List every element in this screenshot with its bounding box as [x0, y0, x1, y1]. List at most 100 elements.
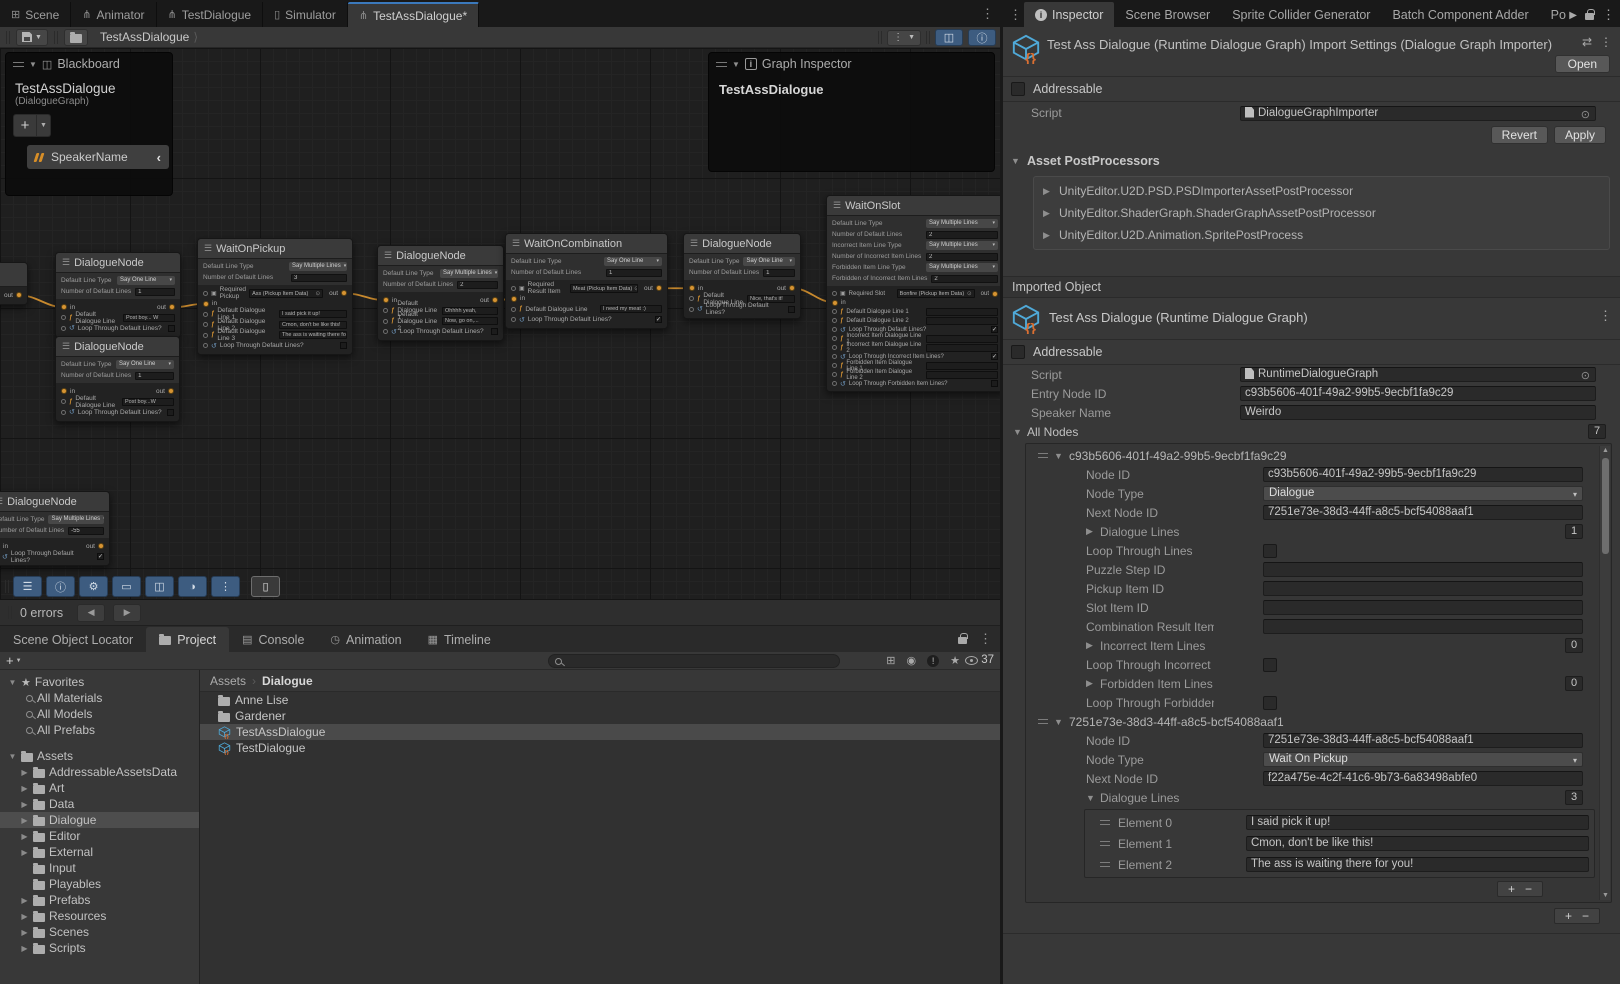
- tab-scene[interactable]: ⊞Scene: [0, 2, 71, 27]
- tab-animation[interactable]: ◷Animation: [317, 627, 414, 652]
- foldout-icon[interactable]: ▶: [1086, 678, 1095, 689]
- foldout-icon[interactable]: ▶: [20, 912, 29, 921]
- tree-folder-playables[interactable]: Playables: [0, 876, 199, 892]
- tree-folder-data[interactable]: ▶Data: [0, 796, 199, 812]
- addressable-checkbox[interactable]: [1011, 82, 1025, 96]
- graph-inspector-panel[interactable]: ▼ i Graph Inspector TestAssDialogue: [708, 52, 995, 172]
- node-dropdown[interactable]: Say Multiple Lines: [440, 269, 498, 278]
- postprocessor-row[interactable]: ▶UnityEditor.U2D.Animation.SpritePostPro…: [1043, 224, 1600, 246]
- graph-node-dialoguenode[interactable]: ☰DialogueNodeDefault Line TypeSay One Li…: [55, 336, 180, 422]
- tab-scroll-arrow-icon[interactable]: ▶: [1569, 10, 1577, 21]
- foldout-icon[interactable]: ▶: [20, 944, 29, 953]
- foldout-icon[interactable]: ▼: [1086, 793, 1095, 803]
- node-dropdown[interactable]: Say One Line: [116, 360, 174, 369]
- file-row-gardener[interactable]: Gardener: [200, 708, 1000, 724]
- dialogue-line-field[interactable]: I said pick it up!: [279, 310, 347, 318]
- save-as-button[interactable]: [64, 29, 88, 46]
- dropdown[interactable]: Dialogue: [1263, 486, 1583, 501]
- out-port[interactable]: [98, 543, 104, 549]
- socket-icon[interactable]: [203, 333, 208, 338]
- minus-button[interactable]: −: [1525, 883, 1532, 895]
- socket-icon[interactable]: [832, 372, 837, 377]
- socket-icon[interactable]: [383, 308, 388, 313]
- scroll-down-icon[interactable]: ▼: [1602, 892, 1609, 899]
- in-port[interactable]: [61, 304, 67, 310]
- socket-icon[interactable]: [203, 343, 208, 348]
- tab-inspector[interactable]: iInspector: [1024, 2, 1114, 27]
- foldout-icon[interactable]: ▼: [1054, 717, 1063, 727]
- foldout-icon[interactable]: ▶: [20, 928, 29, 937]
- prev-error-button[interactable]: ◀: [77, 604, 105, 622]
- socket-icon[interactable]: [511, 307, 516, 312]
- tab-project[interactable]: Project: [146, 627, 229, 652]
- add-remove-buttons[interactable]: +−: [1497, 881, 1543, 897]
- tree-folder-input[interactable]: Input: [0, 860, 199, 876]
- dropdown[interactable]: Wait On Pickup: [1263, 752, 1583, 767]
- socket-icon[interactable]: [203, 322, 208, 327]
- socket-icon[interactable]: [61, 326, 66, 331]
- node-header[interactable]: ☰WaitOnPickup: [198, 239, 352, 259]
- foldout-icon[interactable]: ▼: [29, 60, 37, 69]
- dialogue-line-field[interactable]: [926, 371, 998, 379]
- foldout-icon[interactable]: ▶: [1043, 208, 1052, 219]
- in-port[interactable]: [203, 301, 209, 307]
- loop-checkbox[interactable]: ✓: [991, 326, 998, 333]
- tab-scene-browser[interactable]: Scene Browser: [1114, 2, 1221, 27]
- graph-node-dialoguenode[interactable]: ☰DialogueNodeDefault Line TypeSay One Li…: [683, 233, 801, 319]
- socket-icon[interactable]: [832, 291, 837, 296]
- value-field[interactable]: 7251e73e-38d3-44ff-a8c5-bcf54088aaf1: [1263, 733, 1583, 748]
- breadcrumb[interactable]: TestAssDialogue⟩: [100, 30, 198, 44]
- value-field[interactable]: Weirdo: [1240, 405, 1596, 420]
- dialogue-line-field[interactable]: I need my meat :): [600, 305, 662, 313]
- minus-button[interactable]: −: [1582, 910, 1589, 922]
- node-dropdown[interactable]: Say Multiple Lines: [48, 515, 104, 524]
- loop-checkbox[interactable]: [167, 409, 174, 416]
- project-search-input[interactable]: [548, 654, 840, 668]
- expose-arrow-icon[interactable]: ‹: [157, 150, 161, 165]
- object-picker-icon[interactable]: ⊙: [315, 290, 320, 297]
- in-port[interactable]: [61, 388, 67, 394]
- footer-more-icon[interactable]: ⋮: [211, 576, 240, 597]
- tab-scene-object-locator[interactable]: Scene Object Locator: [0, 627, 146, 652]
- tab-console[interactable]: ▤Console: [229, 627, 317, 652]
- node-header[interactable]: ☰DialogueNode: [56, 337, 179, 357]
- footer-list-icon[interactable]: ☰: [13, 576, 42, 597]
- tree-folder-editor[interactable]: ▶Editor: [0, 828, 199, 844]
- foldout-icon[interactable]: ▶: [20, 896, 29, 905]
- blackboard-variable-speakername[interactable]: SpeakerName ‹: [27, 145, 169, 169]
- in-port[interactable]: [832, 300, 838, 306]
- scrollbar[interactable]: ▲ ▼: [1599, 446, 1610, 900]
- blackboard-header[interactable]: ▼ ◫ Blackboard: [6, 53, 172, 75]
- tree-folder-scenes[interactable]: ▶Scenes: [0, 924, 199, 940]
- add-variable-button[interactable]: +: [13, 114, 37, 137]
- dialogue-line-field[interactable]: Ohhhh yeah,: [442, 307, 498, 315]
- object-reference-field[interactable]: Bonfire (Pickup Item Data)⊙: [897, 289, 975, 298]
- socket-icon[interactable]: [383, 319, 388, 324]
- socket-icon[interactable]: [832, 318, 837, 323]
- out-port[interactable]: [992, 291, 998, 297]
- checkbox[interactable]: [1263, 696, 1277, 710]
- tab-animator[interactable]: ⋔Animator: [71, 2, 156, 27]
- drag-handle-icon[interactable]: [1100, 862, 1110, 867]
- graph-node-startnode[interactable]: ☰StartNodeSpeakerNameout: [0, 262, 28, 305]
- drag-handle-icon[interactable]: [1100, 841, 1110, 846]
- dialogue-line-field[interactable]: [926, 344, 998, 352]
- object-reference-field[interactable]: Ass (Pickup Item Data)⊙: [249, 289, 323, 298]
- file-row-testassdialogue[interactable]: {}TestAssDialogue: [200, 724, 1000, 740]
- node-dropdown[interactable]: Say One Line: [604, 257, 662, 266]
- loop-checkbox[interactable]: ✓: [655, 316, 662, 323]
- out-port[interactable]: [169, 304, 175, 310]
- socket-icon[interactable]: [832, 363, 837, 368]
- add-remove-buttons[interactable]: +−: [1554, 908, 1600, 924]
- loop-checkbox[interactable]: ✓: [97, 553, 104, 560]
- create-asset-button[interactable]: +▼: [6, 653, 22, 668]
- favorite-item-all-prefabs[interactable]: All Prefabs: [0, 722, 199, 738]
- node-dropdown[interactable]: Say Multiple Lines: [926, 241, 998, 250]
- add-variable-dropdown[interactable]: ▼: [37, 114, 51, 137]
- value-field[interactable]: 7251e73e-38d3-44ff-a8c5-bcf54088aaf1: [1263, 505, 1583, 520]
- graph-node-waitonslot[interactable]: ☰WaitOnSlotDefault Line TypeSay Multiple…: [826, 195, 1000, 392]
- scroll-up-icon[interactable]: ▲: [1602, 447, 1609, 454]
- tab-simulator[interactable]: ▯Simulator: [263, 2, 348, 27]
- dialogue-line-field[interactable]: [926, 335, 998, 343]
- loop-checkbox[interactable]: [168, 325, 175, 332]
